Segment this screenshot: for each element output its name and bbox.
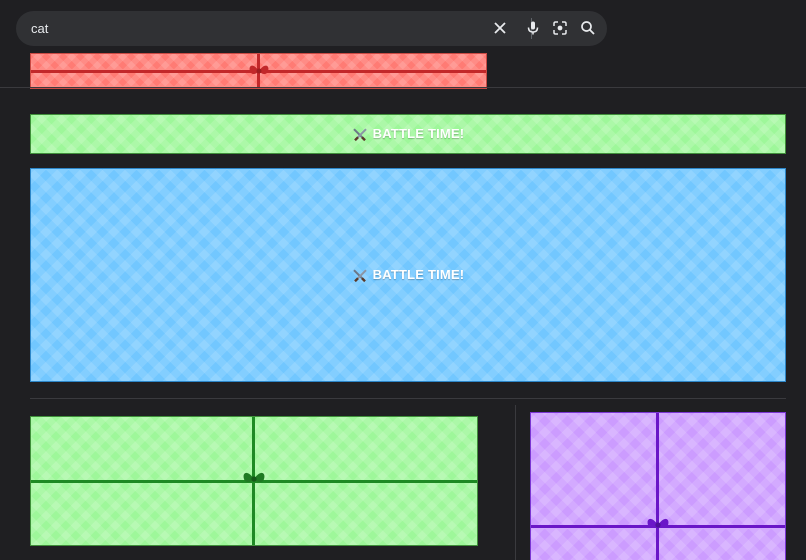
heart-bow-icon <box>242 470 266 488</box>
heart-bow-icon <box>646 516 670 534</box>
search-bar[interactable]: cat <box>16 11 607 46</box>
banner-text-group: BATTLE TIME! <box>31 267 785 283</box>
column-divider <box>515 405 516 560</box>
crossed-swords-icon <box>352 128 368 142</box>
lens-icon[interactable] <box>551 19 569 37</box>
purple-gift-image[interactable] <box>530 412 786 560</box>
blue-battle-banner[interactable]: BATTLE TIME! <box>30 168 786 382</box>
section-divider <box>0 87 806 88</box>
clear-icon[interactable] <box>491 19 509 37</box>
ribbon-vertical <box>656 413 659 560</box>
section-divider <box>30 398 786 399</box>
green-battle-banner[interactable]: BATTLE TIME! <box>30 114 786 154</box>
crossed-swords-icon <box>352 269 368 283</box>
banner-label: BATTLE TIME! <box>372 267 465 283</box>
search-input[interactable]: cat <box>31 11 48 46</box>
green-gift-image[interactable] <box>30 416 478 546</box>
search-icon[interactable] <box>579 19 597 37</box>
microphone-icon[interactable] <box>524 19 542 37</box>
red-gift-image[interactable] <box>30 53 487 89</box>
banner-text-group: BATTLE TIME! <box>31 126 785 142</box>
banner-label: BATTLE TIME! <box>372 126 465 142</box>
heart-bow-icon <box>248 63 270 79</box>
